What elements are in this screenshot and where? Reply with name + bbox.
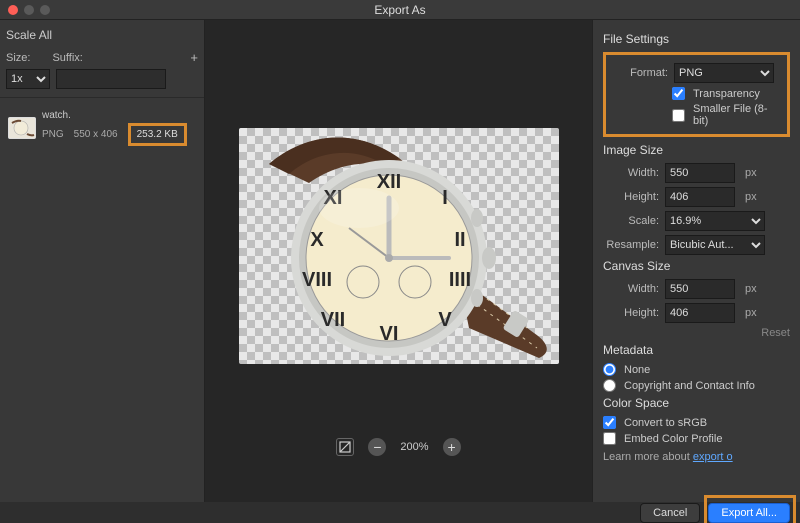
file-settings-highlight: Format: PNG Transparency Smaller File (8… bbox=[603, 52, 790, 137]
asset-dimensions: 550 x 406 bbox=[74, 129, 118, 140]
add-size-icon[interactable]: + bbox=[190, 50, 198, 65]
preview-canvas[interactable]: XII I II IIII V VI VII VIII X XI bbox=[239, 128, 559, 364]
suffix-input[interactable] bbox=[56, 69, 166, 89]
svg-text:XII: XII bbox=[376, 171, 400, 193]
canvas-width-label: Width: bbox=[603, 283, 659, 295]
transparency-label: Transparency bbox=[693, 88, 760, 100]
export-all-button[interactable]: Export All... bbox=[708, 503, 790, 523]
embed-profile-checkbox[interactable] bbox=[603, 432, 616, 445]
image-size-title: Image Size bbox=[603, 143, 790, 157]
asset-name: watch. bbox=[42, 110, 196, 121]
svg-text:VIII: VIII bbox=[301, 269, 331, 291]
width-input[interactable] bbox=[665, 163, 735, 183]
height-input[interactable] bbox=[665, 187, 735, 207]
preview-area: XII I II IIII V VI VII VIII X XI bbox=[205, 20, 592, 502]
asset-filesize: 253.2 KB bbox=[128, 123, 187, 146]
svg-text:VI: VI bbox=[379, 323, 398, 345]
asset-row[interactable]: watch. PNG 550 x 406 253.2 KB bbox=[6, 106, 198, 150]
format-select[interactable]: PNG bbox=[674, 63, 774, 83]
zoom-controls: − 200% + bbox=[336, 438, 460, 456]
smaller-file-label: Smaller File (8-bit) bbox=[693, 103, 781, 127]
asset-thumbnail bbox=[8, 117, 36, 139]
metadata-title: Metadata bbox=[603, 343, 790, 357]
svg-text:X: X bbox=[310, 229, 324, 251]
canvas-height-input[interactable] bbox=[665, 303, 735, 323]
zoom-level[interactable]: 200% bbox=[400, 441, 428, 453]
window-controls bbox=[8, 5, 50, 15]
cancel-button[interactable]: Cancel bbox=[640, 503, 700, 523]
learn-link[interactable]: export o bbox=[693, 451, 733, 463]
convert-srgb-checkbox[interactable] bbox=[603, 416, 616, 429]
metadata-none-label: None bbox=[624, 364, 650, 376]
embed-profile-label: Embed Color Profile bbox=[624, 433, 722, 445]
close-window-icon[interactable] bbox=[8, 5, 18, 15]
svg-text:I: I bbox=[442, 187, 448, 209]
scale-all-title: Scale All bbox=[6, 28, 198, 42]
scale-select-right[interactable]: 16.9% bbox=[665, 211, 765, 231]
smaller-file-checkbox[interactable] bbox=[672, 109, 685, 122]
titlebar: Export As bbox=[0, 0, 800, 20]
right-panel: File Settings Format: PNG Transparency S… bbox=[592, 20, 800, 502]
size-label: Size: bbox=[6, 52, 30, 64]
format-label: Format: bbox=[612, 67, 668, 79]
metadata-copyright-label: Copyright and Contact Info bbox=[624, 380, 755, 392]
canvas-width-input[interactable] bbox=[665, 279, 735, 299]
metadata-copyright-radio[interactable] bbox=[603, 379, 616, 392]
file-settings-title: File Settings bbox=[603, 32, 790, 46]
convert-srgb-label: Convert to sRGB bbox=[624, 417, 707, 429]
footer: Cancel Export All... bbox=[0, 502, 800, 523]
metadata-none-radio[interactable] bbox=[603, 363, 616, 376]
scale-label: Scale: bbox=[603, 215, 659, 227]
px-unit: px bbox=[745, 167, 757, 179]
svg-text:II: II bbox=[454, 229, 465, 251]
width-label: Width: bbox=[603, 167, 659, 179]
svg-text:V: V bbox=[438, 309, 452, 331]
canvas-height-label: Height: bbox=[603, 307, 659, 319]
fit-screen-icon[interactable] bbox=[336, 438, 354, 456]
svg-text:VII: VII bbox=[320, 309, 344, 331]
colorspace-title: Color Space bbox=[603, 396, 790, 410]
suffix-label: Suffix: bbox=[52, 52, 82, 64]
window-title: Export As bbox=[374, 3, 425, 17]
left-panel: Scale All Size: Suffix: + 1x bbox=[0, 20, 205, 502]
learn-more: Learn more about export o bbox=[603, 451, 790, 463]
zoom-in-icon[interactable]: + bbox=[443, 438, 461, 456]
resample-select[interactable]: Bicubic Aut... bbox=[665, 235, 765, 255]
height-label: Height: bbox=[603, 191, 659, 203]
reset-button[interactable]: Reset bbox=[761, 327, 790, 339]
canvas-size-title: Canvas Size bbox=[603, 259, 790, 273]
scale-select[interactable]: 1x bbox=[6, 69, 50, 89]
minimize-window-icon bbox=[24, 5, 34, 15]
asset-format: PNG bbox=[42, 129, 64, 140]
zoom-out-icon[interactable]: − bbox=[368, 438, 386, 456]
transparency-checkbox[interactable] bbox=[672, 87, 685, 100]
maximize-window-icon bbox=[40, 5, 50, 15]
svg-text:IIII: IIII bbox=[448, 269, 470, 291]
watch-image: XII I II IIII V VI VII VIII X XI bbox=[239, 128, 559, 364]
divider bbox=[0, 97, 204, 98]
resample-label: Resample: bbox=[603, 239, 659, 251]
